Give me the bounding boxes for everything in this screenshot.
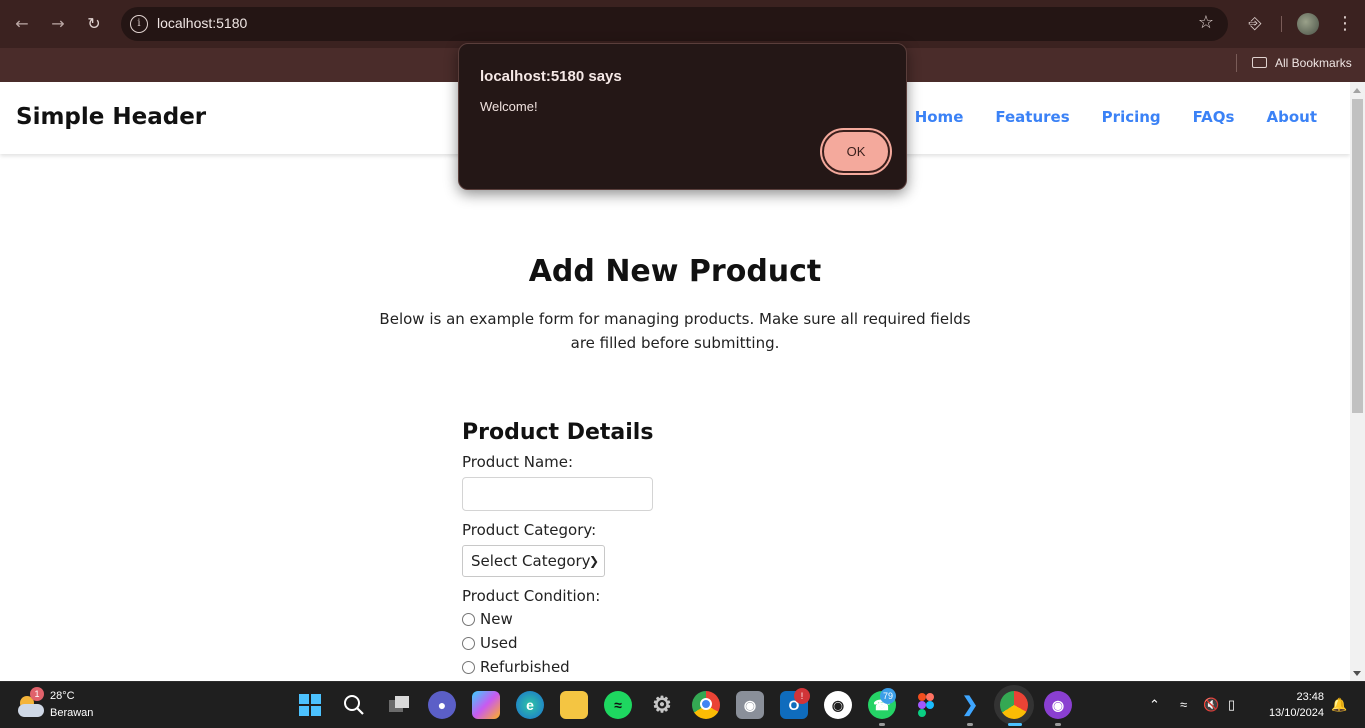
bookmark-star-icon[interactable]: ☆ <box>1198 12 1214 33</box>
browser-toolbar: ← → ↻ i localhost:5180 ☆ ⎆ ⋮ <box>0 0 1365 48</box>
nav-link-faqs[interactable]: FAQs <box>1193 108 1235 126</box>
notification-bell-icon[interactable]: 🔔 <box>1331 697 1347 713</box>
nav-link-pricing[interactable]: Pricing <box>1102 108 1161 126</box>
alert-dialog: localhost:5180 says Welcome! OK <box>458 43 907 190</box>
dialog-message: Welcome! <box>480 99 538 114</box>
product-name-input[interactable] <box>462 477 653 511</box>
url-text[interactable]: localhost:5180 <box>157 15 247 31</box>
clock-date: 13/10/2024 <box>1268 707 1324 719</box>
condition-option-refurbished[interactable]: Refurbished <box>462 655 762 679</box>
weather-condition: Berawan <box>50 707 94 719</box>
product-condition-label: Product Condition: <box>462 587 601 605</box>
nav-link-home[interactable]: Home <box>915 108 964 126</box>
address-bar[interactable]: i localhost:5180 ☆ <box>121 7 1228 41</box>
teams-icon[interactable]: ● <box>428 691 456 719</box>
taskbar: 1 28°C Berawan ● e ≈ ⚙ ◉ O ! ◉ ☎ 79 ❯ ◉ … <box>0 681 1365 728</box>
task-view-icon[interactable] <box>385 691 413 719</box>
browser-menu-icon[interactable]: ⋮ <box>1336 12 1354 36</box>
site-info-icon[interactable]: i <box>130 15 148 33</box>
windows-start-icon[interactable] <box>296 691 324 719</box>
camera-icon[interactable]: ◉ <box>736 691 764 719</box>
copilot-icon[interactable] <box>472 691 500 719</box>
dialog-title: localhost:5180 says <box>480 68 622 85</box>
extensions-icon[interactable]: ⎆ <box>1244 12 1266 34</box>
toolbar-divider <box>1281 16 1282 32</box>
condition-option-new[interactable]: New <box>462 607 762 631</box>
clock-time: 23:48 <box>1296 691 1324 703</box>
outlook-badge: ! <box>794 688 810 704</box>
chrome-icon[interactable] <box>692 691 720 719</box>
chevron-down-icon: ❯ <box>588 554 599 568</box>
folder-icon <box>1252 57 1267 68</box>
site-title: Simple Header <box>16 104 207 130</box>
condition-label-new: New <box>480 610 513 628</box>
forward-icon[interactable]: → <box>46 12 70 36</box>
ok-button[interactable]: OK <box>822 130 890 173</box>
whatsapp-badge: 79 <box>880 688 897 704</box>
profile-avatar[interactable] <box>1297 13 1319 35</box>
condition-label-used: Used <box>480 634 518 652</box>
figma-icon[interactable] <box>912 691 940 719</box>
nav-link-about[interactable]: About <box>1266 108 1317 126</box>
battery-icon[interactable]: ▯ <box>1228 697 1235 713</box>
edge-icon[interactable]: e <box>516 691 544 719</box>
whatsapp-running-indicator <box>879 723 885 726</box>
chrome-profile-icon[interactable] <box>1000 691 1028 719</box>
show-hidden-icons-icon[interactable]: ⌃ <box>1149 697 1160 713</box>
weather-temperature: 28°C <box>50 690 75 702</box>
scrollbar-thumb[interactable] <box>1352 99 1363 413</box>
spotify-icon[interactable]: ≈ <box>604 691 632 719</box>
weather-badge: 1 <box>30 687 44 701</box>
github-icon[interactable]: ◉ <box>824 691 852 719</box>
github-desktop-running-indicator <box>1055 723 1061 726</box>
radio-refurbished[interactable] <box>462 660 475 674</box>
back-icon[interactable]: ← <box>10 12 34 36</box>
radio-new[interactable] <box>462 612 475 626</box>
product-category-select[interactable]: Select Category ❯ <box>462 545 605 577</box>
system-clock[interactable]: 23:48 13/10/2024 <box>1258 689 1324 721</box>
condition-label-refurbished: Refurbished <box>480 658 570 676</box>
page-title: Add New Product <box>528 254 822 289</box>
github-desktop-icon[interactable]: ◉ <box>1044 691 1072 719</box>
wifi-icon[interactable]: ≈ <box>1180 697 1187 712</box>
scroll-down-arrow-icon[interactable] <box>1353 671 1361 676</box>
file-explorer-icon[interactable] <box>560 691 588 719</box>
search-icon[interactable] <box>340 691 368 719</box>
product-category-label: Product Category: <box>462 521 597 539</box>
nav-link-features[interactable]: Features <box>995 108 1069 126</box>
all-bookmarks-button[interactable]: All Bookmarks <box>1252 52 1352 74</box>
form-heading: Product Details <box>462 420 654 445</box>
reload-icon[interactable]: ↻ <box>82 12 106 36</box>
bookmarks-divider <box>1236 54 1237 72</box>
page-scrollbar[interactable] <box>1350 82 1365 681</box>
site-nav: Home Features Pricing FAQs About <box>915 108 1317 126</box>
product-name-label: Product Name: <box>462 453 574 471</box>
all-bookmarks-label: All Bookmarks <box>1275 56 1352 70</box>
settings-icon[interactable]: ⚙ <box>648 691 676 719</box>
radio-used[interactable] <box>462 636 475 650</box>
condition-option-used[interactable]: Used <box>462 631 762 655</box>
scroll-up-arrow-icon[interactable] <box>1353 88 1361 93</box>
vscode-running-indicator <box>967 723 973 726</box>
speaker-muted-icon[interactable]: 🔇 <box>1203 697 1219 713</box>
product-form: Product Details Product Name: Product Ca… <box>462 420 762 679</box>
vscode-icon[interactable]: ❯ <box>956 691 984 719</box>
chrome-active-indicator <box>1008 723 1022 726</box>
intro-text: Below is an example form for managing pr… <box>379 310 971 352</box>
category-selected-value: Select Category <box>471 552 591 570</box>
